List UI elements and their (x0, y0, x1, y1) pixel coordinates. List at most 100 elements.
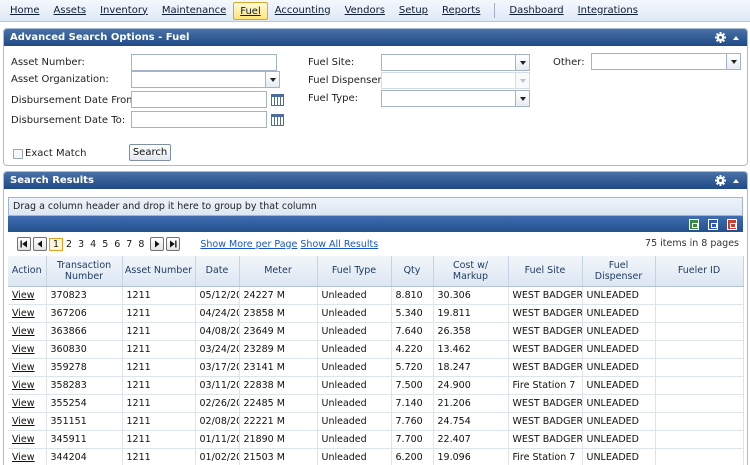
view-link[interactable]: View (12, 326, 35, 337)
last-page-button[interactable] (166, 237, 181, 251)
word-export-icon[interactable] (708, 218, 718, 230)
fueler-id-cell (655, 448, 744, 465)
asset-cell: 1211 (122, 430, 196, 449)
menu-item-integrations[interactable]: Integrations (571, 2, 645, 20)
column-header-action[interactable]: Action (8, 256, 47, 287)
menu-item-accounting[interactable]: Accounting (268, 2, 338, 20)
view-link[interactable]: View (12, 290, 35, 301)
excel-export-icon[interactable] (689, 218, 699, 230)
action-cell: View (8, 358, 47, 377)
fueler-id-cell (655, 358, 744, 377)
fuel-site-dropdown[interactable] (381, 54, 530, 71)
cost-cell: 21.206 (433, 394, 509, 413)
asset-cell: 1211 (122, 376, 196, 395)
show-all-results-link[interactable]: Show All Results (300, 239, 378, 250)
collapse-icon[interactable] (733, 178, 739, 183)
page-4[interactable]: 4 (87, 239, 99, 250)
meter-cell: 23858 M (239, 304, 318, 323)
column-header-date[interactable]: Date (195, 256, 240, 287)
next-page-button[interactable] (150, 237, 165, 251)
fueler-id-cell (655, 394, 744, 413)
view-link[interactable]: View (12, 308, 35, 319)
dropdown-arrow-icon[interactable] (515, 55, 529, 70)
disbursement-to-input[interactable] (131, 111, 267, 128)
column-header-cost[interactable]: Cost w/ Markup (433, 256, 509, 287)
view-link[interactable]: View (12, 344, 35, 355)
qty-cell: 6.200 (391, 448, 434, 465)
view-link[interactable]: View (12, 398, 35, 409)
fuel-site-cell: WEST BADGER (508, 430, 583, 449)
fuel-site-label: Fuel Site: (308, 57, 355, 68)
date-cell: 03/11/201 (195, 376, 240, 395)
fuel-type-dropdown[interactable] (381, 90, 530, 107)
column-header-fuel-site[interactable]: Fuel Site (508, 256, 583, 287)
cost-cell: 13.462 (433, 340, 509, 359)
transaction-cell: 360830 (46, 340, 123, 359)
group-by-drop-area[interactable]: Drag a column header and drop it here to… (8, 197, 743, 216)
column-header-transaction-number[interactable]: Transaction Number (46, 256, 123, 287)
pdf-export-icon[interactable] (727, 218, 737, 230)
dropdown-arrow-icon (515, 73, 529, 88)
column-header-fuel-dispenser[interactable]: Fuel Dispenser (582, 256, 656, 287)
page-8[interactable]: 8 (135, 239, 147, 250)
dropdown-arrow-icon[interactable] (265, 72, 279, 87)
fuel-dispenser-cell: UNLEADED (582, 430, 656, 449)
asset-number-label: Asset Number: (11, 57, 85, 68)
exact-match-checkbox[interactable] (13, 149, 23, 159)
prev-page-button[interactable] (33, 237, 47, 251)
calendar-icon[interactable] (271, 94, 284, 106)
column-header-asset-number[interactable]: Asset Number (122, 256, 196, 287)
menu-item-setup[interactable]: Setup (392, 2, 435, 20)
menu-item-fuel[interactable]: Fuel (233, 1, 268, 20)
cost-cell: 30.306 (433, 286, 509, 305)
search-button[interactable]: Search (129, 144, 171, 161)
fuel-type-cell: Unleaded (317, 448, 392, 465)
action-cell: View (8, 286, 47, 305)
page-5[interactable]: 5 (99, 239, 111, 250)
show-more-per-page-link[interactable]: Show More per Page (200, 239, 297, 250)
menu-item-reports[interactable]: Reports (435, 2, 487, 20)
other-dropdown[interactable] (591, 53, 741, 70)
menu-item-home[interactable]: Home (3, 2, 47, 20)
disbursement-from-input[interactable] (131, 91, 267, 108)
page-1[interactable]: 1 (49, 237, 64, 251)
calendar-icon[interactable] (271, 114, 284, 126)
action-cell: View (8, 430, 47, 449)
asset-organization-dropdown[interactable] (131, 71, 280, 88)
table-row: View 359278 1211 03/17/201 23141 M Unlea… (8, 358, 744, 377)
gear-icon[interactable] (715, 32, 726, 43)
column-header-qty[interactable]: Qty (391, 256, 434, 287)
view-link[interactable]: View (12, 380, 35, 391)
view-link[interactable]: View (12, 416, 35, 427)
column-header-meter[interactable]: Meter (239, 256, 318, 287)
menu-item-inventory[interactable]: Inventory (93, 2, 155, 20)
table-row: View 355254 1211 02/26/201 22485 M Unlea… (8, 394, 744, 413)
fuel-dispenser-dropdown[interactable] (381, 72, 530, 89)
page-6[interactable]: 6 (111, 239, 123, 250)
menu-item-assets[interactable]: Assets (47, 2, 94, 20)
column-header-fueler-id[interactable]: Fueler ID (655, 256, 744, 287)
gear-icon[interactable] (715, 175, 726, 186)
page-2[interactable]: 2 (63, 239, 75, 250)
date-cell: 04/24/201 (195, 304, 240, 323)
menu-item-maintenance[interactable]: Maintenance (155, 2, 233, 20)
view-link[interactable]: View (12, 434, 35, 445)
first-page-button[interactable] (17, 237, 31, 251)
menu-item-dashboard[interactable]: Dashboard (502, 2, 570, 20)
transaction-cell: 370823 (46, 286, 123, 305)
view-link[interactable]: View (12, 362, 35, 373)
page-7[interactable]: 7 (123, 239, 135, 250)
view-link[interactable]: View (12, 452, 35, 463)
asset-number-input[interactable] (131, 54, 277, 71)
menu-item-vendors[interactable]: Vendors (338, 2, 392, 20)
page-3[interactable]: 3 (75, 239, 87, 250)
column-header-fuel-type[interactable]: Fuel Type (317, 256, 392, 287)
meter-cell: 21503 M (239, 448, 318, 465)
collapse-icon[interactable] (733, 35, 739, 40)
dropdown-arrow-icon[interactable] (515, 91, 529, 106)
panel-tools (715, 172, 739, 189)
dropdown-arrow-icon[interactable] (726, 54, 740, 69)
fuel-dispenser-cell: UNLEADED (582, 358, 656, 377)
fuel-dispenser-cell: UNLEADED (582, 322, 656, 341)
pager-info: 75 items in 8 pages (645, 238, 739, 249)
